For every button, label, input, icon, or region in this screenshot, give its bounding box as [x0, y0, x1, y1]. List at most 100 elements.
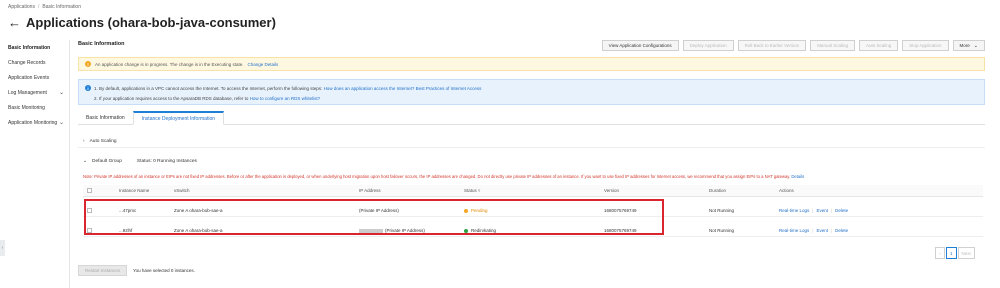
tab-instance-deployment-information[interactable]: Instance Deployment Information — [132, 111, 225, 125]
auto-scaling-section[interactable]: › Auto Scaling — [78, 136, 985, 148]
chevron-down-icon: ⌄ — [58, 120, 64, 126]
manual-scaling-button[interactable]: Manual Scaling — [810, 40, 855, 51]
breadcrumb-current: Basic Information — [42, 4, 81, 10]
breadcrumb-separator: / — [37, 4, 40, 10]
sidebar-item-label: Change Records — [8, 59, 46, 66]
warning-banner: ! An application change is in progress. … — [78, 57, 985, 71]
sidebar-item-label: Application Monitoring — [8, 119, 58, 126]
breadcrumb: Applications / Basic Information — [8, 4, 81, 10]
page-title: Applications (ohara-bob-java-consumer) — [26, 15, 276, 30]
filter-icon[interactable]: ▿ — [478, 188, 480, 193]
row-actions: Real-time Logs | Event | Delete — [779, 228, 899, 233]
rds-whitelist-link[interactable]: How to configure an RDS whitelist? — [250, 96, 321, 101]
chevron-down-icon: ⌄ — [58, 90, 64, 96]
stop-button[interactable]: Stop Application — [902, 40, 949, 51]
back-arrow-icon[interactable]: ← — [8, 15, 21, 30]
ip-address-cell: (Private IP Address) — [359, 228, 464, 233]
restart-instances-button[interactable]: Restart Instances — [78, 265, 128, 276]
header-actions: Actions — [779, 188, 794, 193]
event-link[interactable]: Event — [816, 228, 828, 233]
header-vswitch: vSwitch — [174, 188, 190, 193]
sidebar-item-application-events[interactable]: Application Events — [0, 70, 69, 85]
table-header: Instance Name vSwitch IP Address Status … — [83, 185, 983, 197]
realtime-logs-link[interactable]: Real-time Logs — [779, 208, 809, 213]
status-cell: Redirvkating — [464, 228, 604, 233]
ip-note: Note: Private IP addresses of an instanc… — [83, 174, 983, 179]
prev-page-button[interactable]: ‹ — [935, 247, 945, 259]
chevron-right-icon: › — [83, 139, 85, 144]
ip-address: (Private IP Address) — [385, 228, 425, 233]
duration: Not Running — [709, 228, 735, 233]
sidebar-item-label: Basic Monitoring — [8, 104, 45, 111]
instance-name: ...9zlhf — [119, 228, 133, 233]
row-select-cell — [83, 227, 119, 234]
action-separator: | — [812, 208, 814, 213]
sidebar-item-basic-monitoring[interactable]: Basic Monitoring — [0, 100, 69, 115]
delete-link[interactable]: Delete — [835, 228, 848, 233]
info-line-1: 1. By default, applications in a VPC can… — [94, 84, 978, 94]
info-banner: i 1. By default, applications in a VPC c… — [78, 79, 985, 105]
masked-ip — [359, 228, 383, 233]
row-checkbox[interactable] — [87, 227, 92, 233]
sidebar-item-basic-information[interactable]: Basic Information — [0, 40, 69, 55]
default-group-section[interactable]: ⌄ Default Group Status: 0 Running Instan… — [78, 155, 985, 167]
vswitch: Zone A ohara-bob-sae-a — [174, 228, 223, 233]
action-separator: | — [830, 208, 833, 213]
version: 1680075769749 — [604, 228, 637, 233]
header-status-label: Status — [464, 187, 477, 193]
deploy-button[interactable]: Deploy Application — [682, 40, 734, 51]
sidebar-item-change-records[interactable]: Change Records — [0, 55, 69, 70]
event-link[interactable]: Event — [816, 208, 828, 213]
more-label: More — [959, 43, 970, 48]
realtime-logs-link[interactable]: Real-time Logs — [779, 228, 809, 233]
change-details-link[interactable]: Change Details — [248, 62, 279, 67]
auto-scaling-button[interactable]: Auto Scaling — [858, 40, 899, 51]
status-dot-icon — [464, 208, 468, 213]
info-line-2-text: 2. If your application requires access t… — [94, 96, 249, 101]
sidebar-collapse-handle[interactable]: ‹ — [0, 240, 5, 256]
row-checkbox[interactable] — [87, 207, 92, 213]
vswitch: Zone A ohara-bob-sae-a — [174, 208, 223, 213]
status-text: Redirvkating — [471, 228, 497, 233]
more-button[interactable]: More ⌄ — [952, 40, 985, 51]
breadcrumb-applications[interactable]: Applications — [8, 4, 35, 10]
header-ip-address: IP Address — [359, 188, 381, 193]
toolbar: View Application Configurations Deploy A… — [601, 40, 985, 51]
sidebar-item-label: Log Management — [8, 89, 47, 96]
version: 1680075769749 — [604, 208, 637, 213]
ip-address: (Private IP Address) — [359, 208, 399, 213]
main-content: Basic Information View Application Confi… — [78, 38, 990, 288]
info-line-1-text: 1. By default, applications in a VPC can… — [94, 86, 323, 91]
next-page-button[interactable]: Next — [957, 247, 975, 259]
rollback-button[interactable]: Roll Back to Earlier Version — [737, 40, 807, 51]
info-line-2: 2. If your application requires access t… — [94, 94, 978, 104]
auto-scaling-label: Auto Scaling — [89, 139, 117, 144]
section-title: Basic Information — [78, 41, 125, 47]
header-duration: Duration — [709, 188, 727, 193]
details-link[interactable]: Details — [791, 174, 804, 179]
select-all-checkbox[interactable] — [87, 187, 92, 193]
group-status: Status: 0 Running Instances — [136, 158, 197, 164]
row-actions: Real-time Logs | Event | Delete — [779, 208, 899, 213]
selection-count: You have selected 0 instances. — [133, 268, 195, 273]
status-cell: Pending — [464, 208, 604, 213]
warning-text: An application change is in progress. Th… — [95, 61, 244, 67]
view-config-button[interactable]: View Application Configurations — [601, 40, 679, 51]
table-spacer — [83, 197, 983, 205]
sidebar-item-label: Application Events — [8, 74, 50, 81]
best-practices-link[interactable]: Best Practices of Internet Access — [416, 86, 482, 91]
select-all-cell — [83, 187, 119, 194]
pagination: ‹ 1 Next — [935, 247, 975, 259]
row-select-cell — [83, 207, 119, 214]
tab-basic-information[interactable]: Basic Information — [78, 111, 133, 125]
ip-note-text: Note: Private IP addresses of an instanc… — [83, 174, 791, 179]
sidebar-item-log-management[interactable]: Log Management ⌄ — [0, 85, 69, 100]
sidebar-item-application-monitoring[interactable]: Application Monitoring ⌄ — [0, 115, 69, 130]
header-version: Version — [604, 188, 620, 193]
header-status[interactable]: Status ▿ — [464, 188, 604, 194]
page-number[interactable]: 1 — [946, 247, 957, 259]
delete-link[interactable]: Delete — [835, 208, 848, 213]
group-label: Default Group — [92, 158, 122, 164]
page-title-row: ← Applications (ohara-bob-java-consumer) — [8, 15, 276, 30]
internet-access-link[interactable]: How does an application access the Inter… — [324, 86, 415, 91]
